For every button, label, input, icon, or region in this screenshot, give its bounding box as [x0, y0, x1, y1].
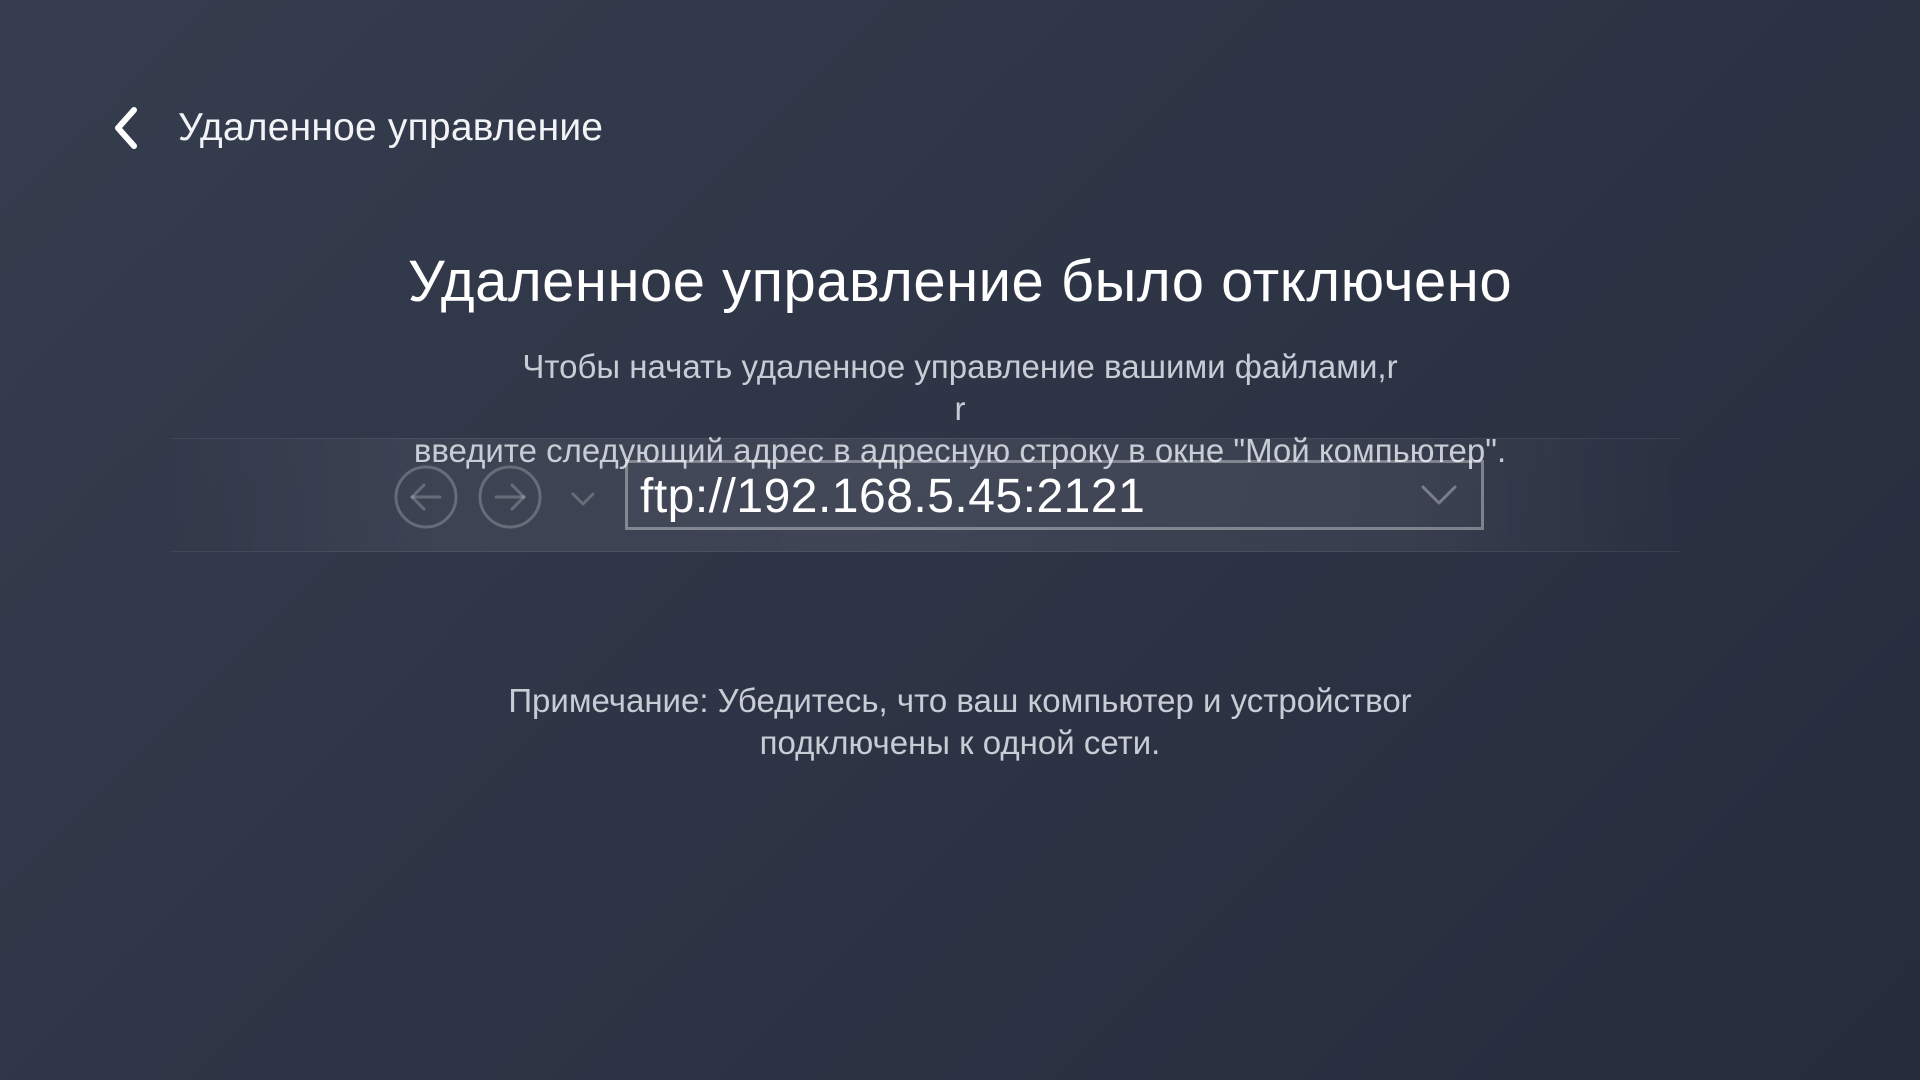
- ftp-address: ftp://192.168.5.45:2121: [640, 470, 1146, 523]
- page-title: Удаленное управление: [178, 106, 604, 149]
- header-bar: Удаленное управление: [112, 100, 603, 156]
- chevron-down-icon: [571, 492, 595, 506]
- back-button[interactable]: [112, 100, 152, 156]
- instruction-line-1: Чтобы начать удаленное управление вашими…: [522, 348, 1398, 385]
- note-line-1: Примечание: Убедитесь, что ваш компьютер…: [508, 682, 1412, 719]
- arrow-left-circle-icon: [394, 465, 458, 529]
- note-line-2: подключены к одной сети.: [759, 724, 1161, 761]
- chevron-left-icon: [115, 107, 137, 149]
- chevron-down-icon: [1421, 485, 1457, 505]
- arrow-right-circle-icon: [478, 465, 542, 529]
- status-title: Удаленное управление было отключено: [407, 249, 1513, 314]
- address-bar-illustration: ftp://192.168.5.45:2121: [625, 460, 1484, 530]
- instruction-line-2: r: [954, 390, 966, 427]
